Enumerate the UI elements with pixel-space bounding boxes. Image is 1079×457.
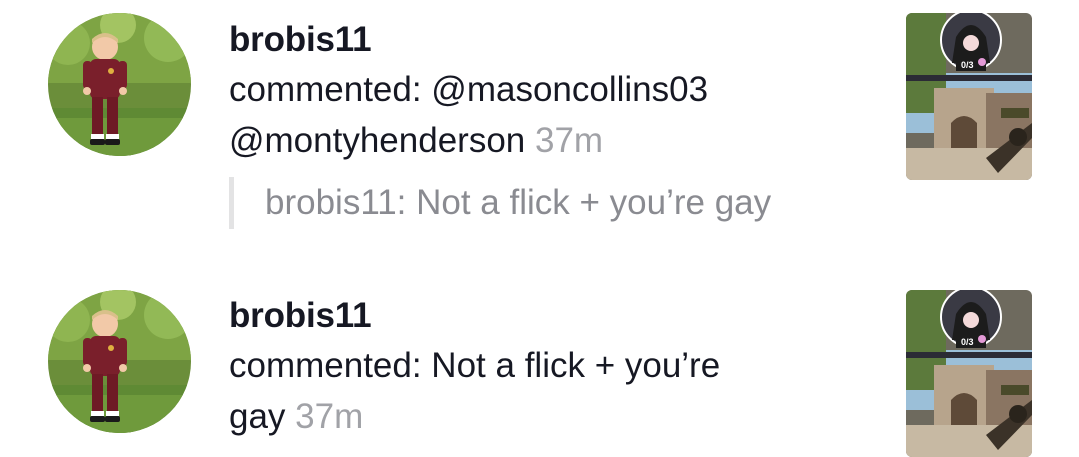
comment-line: gay 37m [229,391,869,442]
mention-link[interactable]: @montyhenderson [229,121,525,160]
notification-item[interactable]: brobis11 commented: Not a flick + you’re… [0,278,1079,457]
timestamp: 37m [295,397,364,436]
timestamp: 37m [535,121,604,160]
notification-text: brobis11 commented: Not a flick + you’re… [229,292,869,442]
video-thumbnail[interactable]: 0/3 [906,13,1032,180]
user-avatar[interactable] [48,290,191,433]
user-avatar[interactable] [48,13,191,156]
score-label: 0/3 [961,337,974,347]
comment-line: commented: @masoncollins03 [229,70,709,109]
username[interactable]: brobis11 [229,16,869,64]
avatar-image [48,13,191,156]
notification-text: brobis11 commented: @masoncollins03 @mon… [229,16,869,166]
comment-text: gay [229,397,286,436]
video-thumbnail[interactable]: 0/3 [906,290,1032,457]
avatar-image [48,290,191,433]
username[interactable]: brobis11 [229,292,869,340]
quoted-comment: brobis11: Not a flick + you’re gay [229,177,771,229]
thumbnail-image: 0/3 [906,290,1032,457]
thumbnail-image: 0/3 [906,13,1032,180]
comment-line: @montyhenderson 37m [229,115,869,166]
notification-item[interactable]: brobis11 commented: @masoncollins03 @mon… [0,0,1079,270]
comment-line: commented: Not a flick + you’re [229,346,721,385]
score-label: 0/3 [961,60,974,70]
